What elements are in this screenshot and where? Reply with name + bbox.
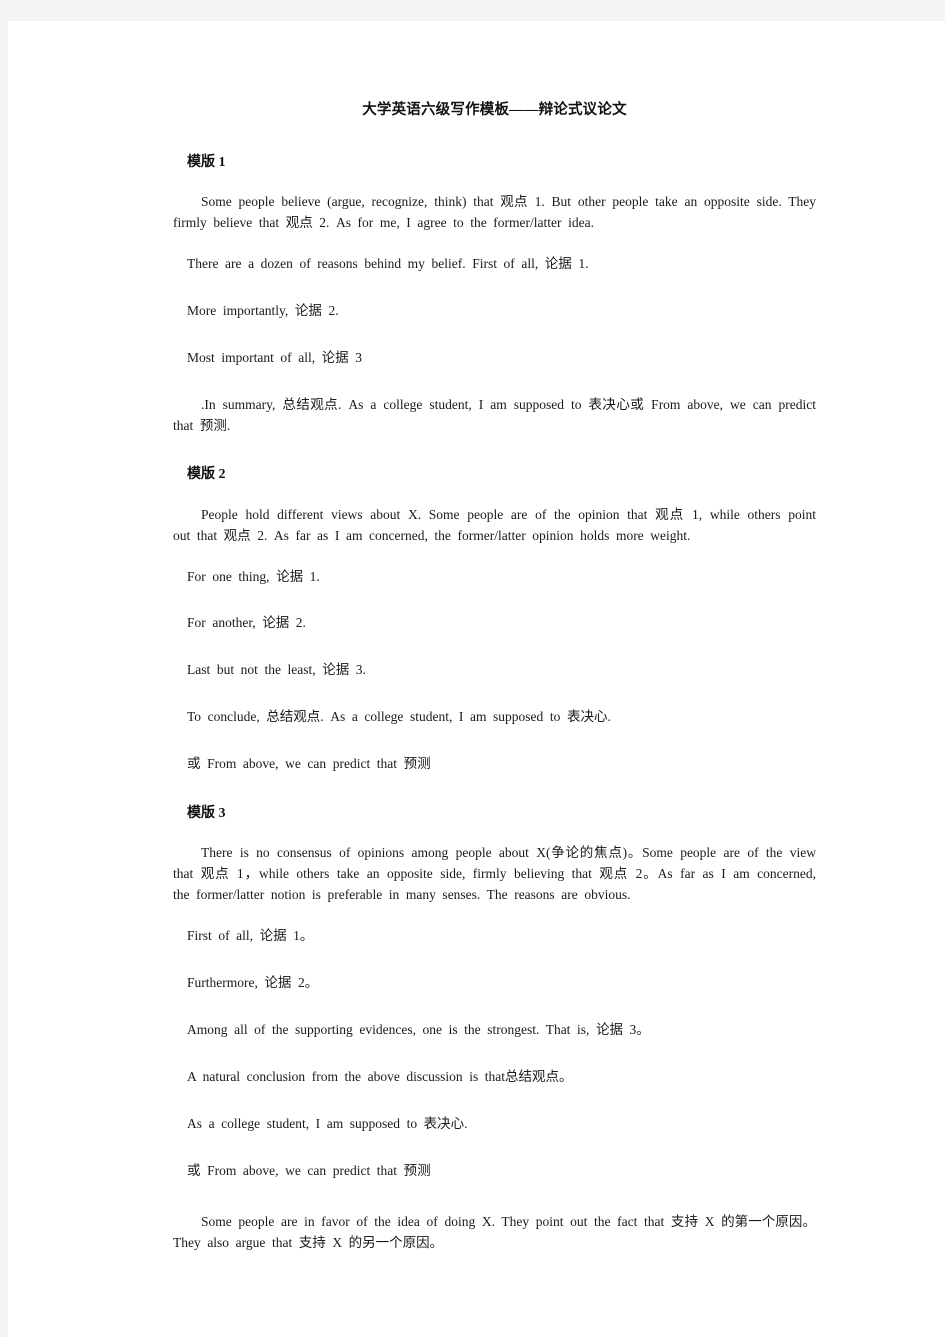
paragraph-t2-conclusion: To conclude, 总结观点. As a college student,… [187,709,611,725]
document-body: 大学英语六级写作模板——辩论式议论文 模版 1 Some people beli… [173,101,816,1273]
paragraph-t3-alternative-conclusion: 或 From above, we can predict that 预测 [187,1162,431,1178]
paragraph-t1-summary: .In summary, 总结观点. As a college student,… [173,396,823,433]
section-heading-template-3: 模版 3 [187,806,226,822]
page-title: 大学英语六级写作模板——辩论式议论文 [362,102,627,118]
section-heading-template-1: 模版 1 [187,154,226,170]
paragraph-t2-reason-third: Last but not the least, 论据 3. [187,662,366,678]
section-heading-template-2: 模版 2 [187,467,226,483]
paragraph-t2-reason-second: For another, 论据 2. [187,615,306,631]
paragraph-t2-alternative-conclusion: 或 From above, we can predict that 预测 [187,756,431,772]
paragraph-t3-reason-first: First of all, 论据 1。 [187,928,314,944]
paragraph-t3-supporting-argument: Some people are in favor of the idea of … [173,1213,816,1250]
paragraph-t3-conclusion: A natural conclusion from the above disc… [187,1068,573,1084]
document-page: 大学英语六级写作模板——辩论式议论文 模版 1 Some people beli… [8,21,945,1337]
paragraph-t3-reason-second: Furthermore, 论据 2。 [187,975,319,990]
paragraph-t3-reason-third: Among all of the supporting evidences, o… [187,1021,650,1037]
paragraph-t1-reason-second: More importantly, 论据 2. [187,302,339,318]
paragraph-t2-intro: People hold different views about X. Som… [173,506,823,543]
paragraph-t3-intro: There is no consensus of opinions among … [173,845,823,903]
paragraph-t3-resolution: As a college student, I am supposed to 表… [187,1115,468,1131]
paragraph-t1-reason-third: Most important of all, 论据 3 [187,349,362,365]
paragraph-t2-reason-first: For one thing, 论据 1. [187,568,320,584]
paragraph-t1-intro: Some people believe (argue, recognize, t… [173,194,823,230]
paragraph-t1-reason-first: There are a dozen of reasons behind my b… [187,255,589,271]
